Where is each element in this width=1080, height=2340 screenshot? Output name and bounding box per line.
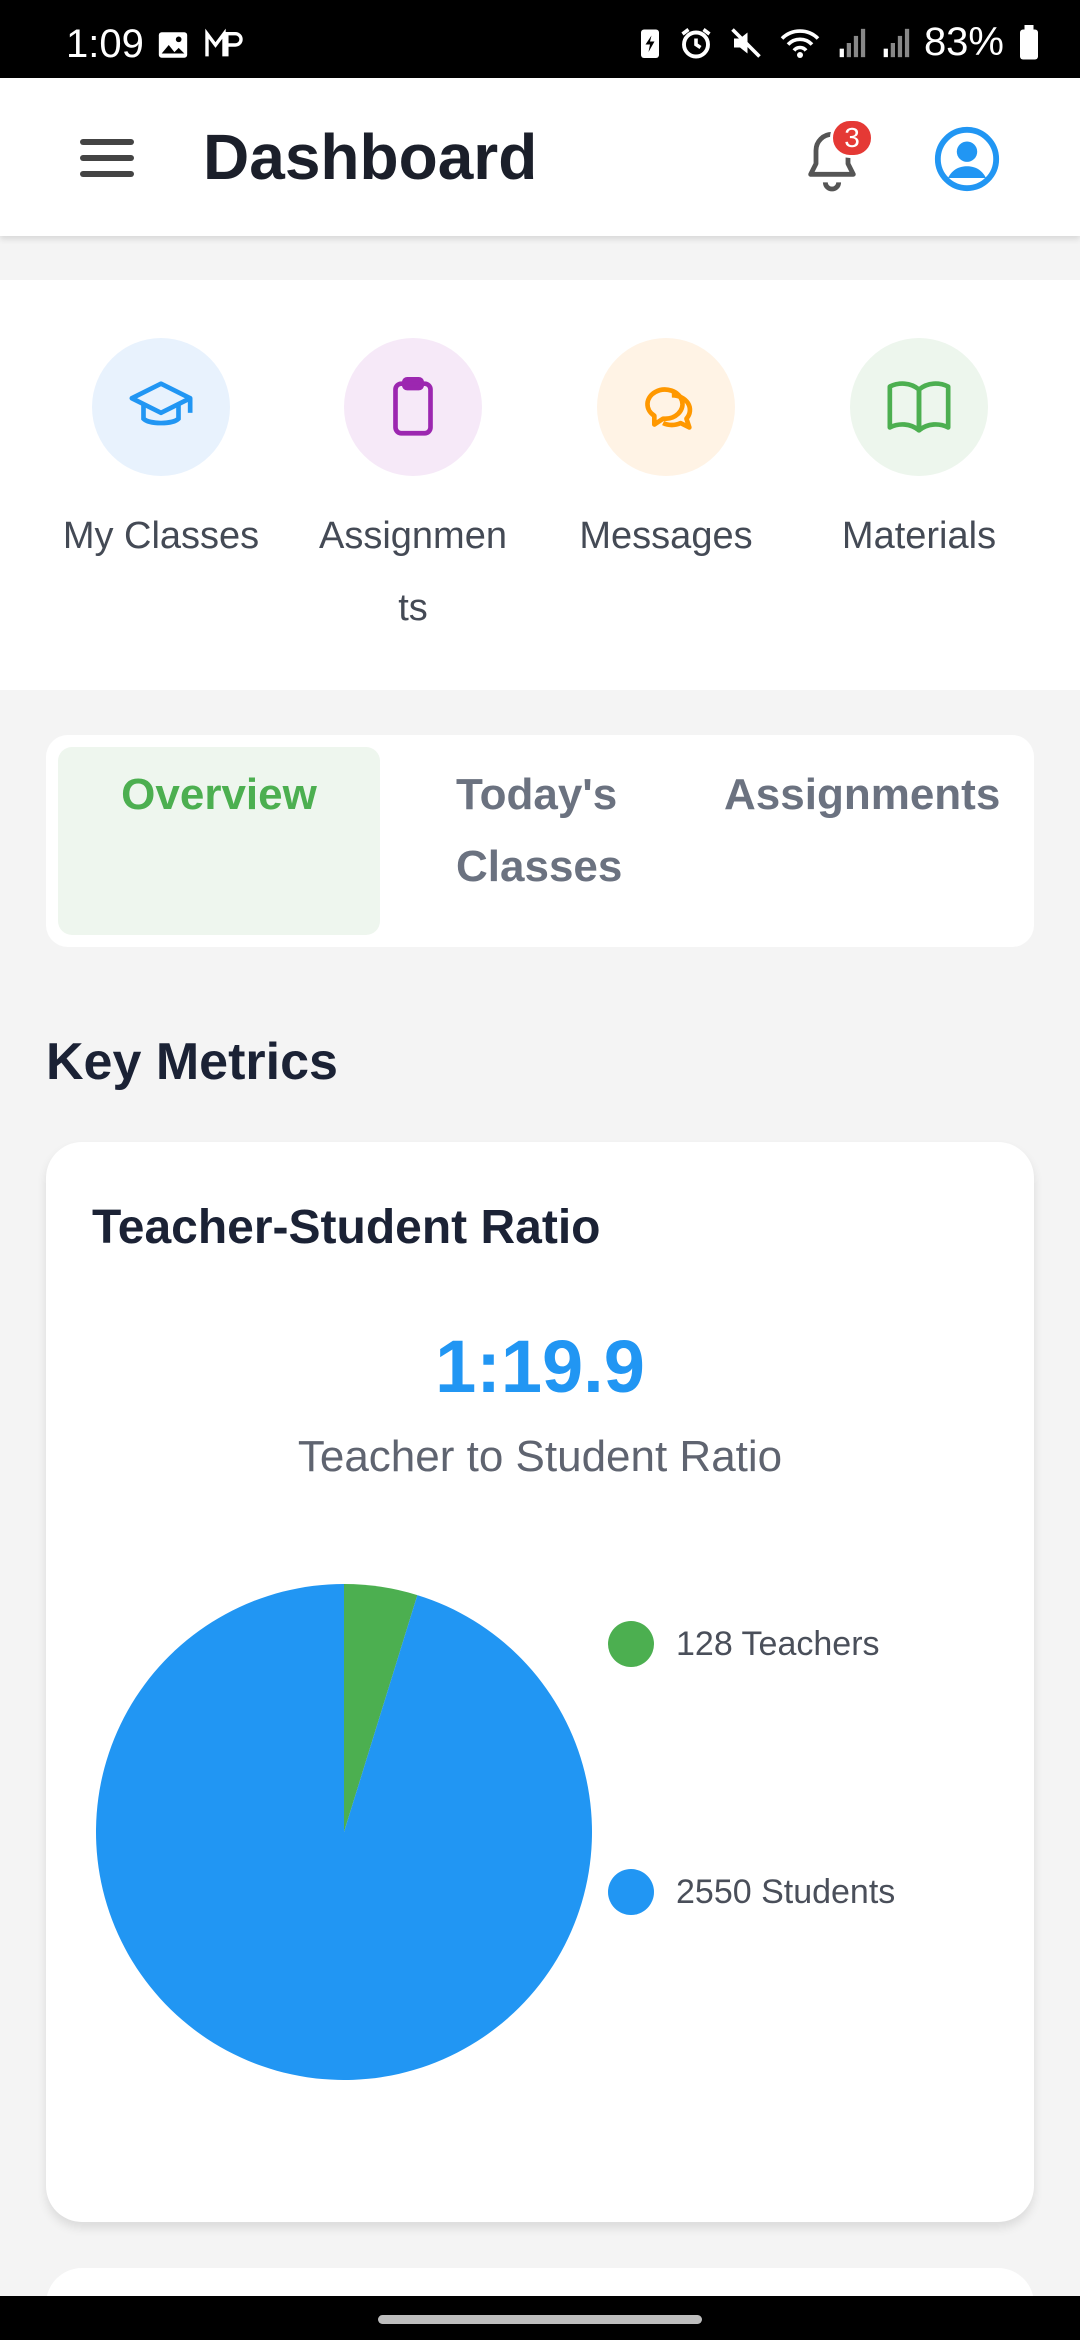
battery-icon xyxy=(1018,24,1040,61)
legend-item-teachers: 128 Teachers xyxy=(608,1621,880,1667)
legend-label: 128 Teachers xyxy=(676,1624,880,1663)
status-bar: 1:09 83% xyxy=(0,0,1080,78)
ratio-value: 1:19.9 xyxy=(435,1325,645,1408)
mute-icon xyxy=(728,25,764,61)
pie-slice-students xyxy=(95,1584,592,2080)
battery-saver-icon xyxy=(636,25,664,61)
pie-chart xyxy=(95,1584,592,2080)
quick-action-label: Assignmen ts xyxy=(319,515,507,629)
ratio-card: Teacher-Student Ratio 1:19.9 Teacher to … xyxy=(46,1142,1034,2222)
quick-action-label: Materials xyxy=(841,515,997,557)
battery-percentage: 83% xyxy=(923,20,1004,64)
status-time: 1:09 xyxy=(66,22,144,66)
ratio-subtitle: Teacher to Student Ratio xyxy=(297,1432,783,1481)
quick-action-assignments[interactable]: Assignmen ts xyxy=(298,338,528,644)
mp-icon xyxy=(204,28,244,62)
app-bar: Dashboard 3 xyxy=(0,78,1080,236)
signal-icon xyxy=(836,26,866,60)
quick-action-label: Messages xyxy=(579,515,753,557)
section-title: Key Metrics xyxy=(46,1033,338,1091)
legend-dot xyxy=(608,1621,654,1667)
legend-item-students: 2550 Students xyxy=(608,1869,895,1915)
alarm-icon xyxy=(678,25,714,61)
gallery-icon xyxy=(156,28,190,62)
tab-bar: Overview Today's Classes Assignments xyxy=(46,735,1034,947)
tab-assignments[interactable]: Assignments xyxy=(724,747,1024,935)
wifi-icon xyxy=(778,25,822,61)
quick-action-label: My Classes xyxy=(62,515,260,557)
page-title: Dashboard xyxy=(203,121,538,193)
quick-action-materials[interactable]: Materials xyxy=(804,338,1034,572)
account-icon[interactable] xyxy=(932,124,1002,194)
chat-bubbles-icon xyxy=(597,338,735,476)
clipboard-icon xyxy=(344,338,482,476)
quick-actions: My Classes Assignmen ts Messages Material… xyxy=(0,280,1080,690)
card-title: Teacher-Student Ratio xyxy=(92,1201,601,1254)
quick-action-messages[interactable]: Messages xyxy=(551,338,781,572)
book-icon xyxy=(850,338,988,476)
home-handle[interactable] xyxy=(378,2315,702,2324)
legend-label: 2550 Students xyxy=(676,1872,896,1911)
notification-badge: 3 xyxy=(830,118,874,158)
graduation-cap-icon xyxy=(92,338,230,476)
tab-todays-classes[interactable]: Today's Classes xyxy=(456,747,686,935)
menu-icon[interactable] xyxy=(80,130,144,186)
legend-dot xyxy=(608,1869,654,1915)
tab-overview[interactable]: Overview xyxy=(58,747,380,935)
signal-icon xyxy=(880,26,910,60)
quick-action-my-classes[interactable]: My Classes xyxy=(46,338,276,572)
